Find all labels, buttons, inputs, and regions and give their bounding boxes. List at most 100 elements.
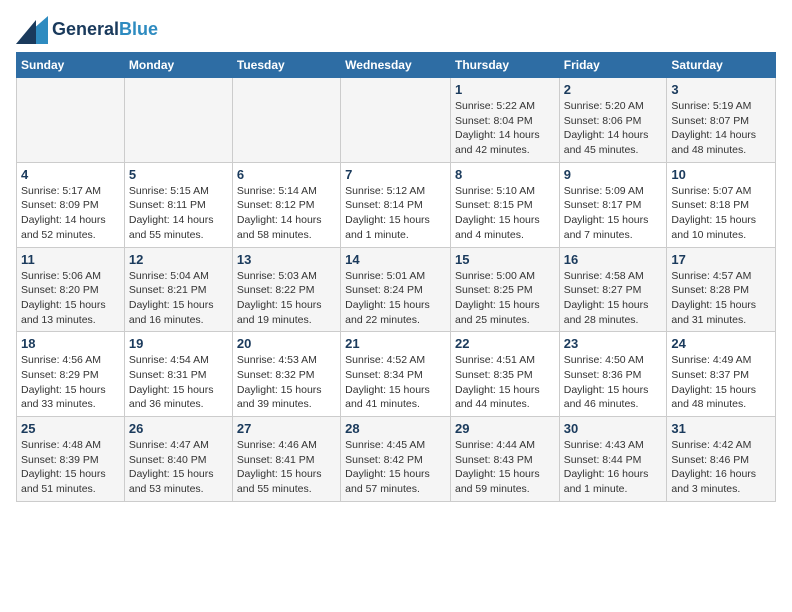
- weekday-header-friday: Friday: [559, 53, 667, 78]
- day-info: Sunrise: 4:47 AM Sunset: 8:40 PM Dayligh…: [129, 438, 228, 497]
- logo-text: GeneralBlue: [52, 19, 158, 41]
- day-info: Sunrise: 4:48 AM Sunset: 8:39 PM Dayligh…: [21, 438, 120, 497]
- calendar-cell: 8Sunrise: 5:10 AM Sunset: 8:15 PM Daylig…: [450, 162, 559, 247]
- calendar-cell: 29 Sunrise: 4:44 AM Sunset: 8:43 PM Dayli…: [450, 417, 559, 502]
- day-number: 14: [345, 252, 446, 267]
- day-number: 22: [455, 336, 555, 351]
- calendar-cell: 30 Sunrise: 4:43 AM Sunset: 8:44 PM Dayli…: [559, 417, 667, 502]
- calendar-cell: [124, 78, 232, 163]
- weekday-header-row: SundayMondayTuesdayWednesdayThursdayFrid…: [17, 53, 776, 78]
- logo: GeneralBlue: [16, 16, 158, 44]
- day-info: Sunrise: 4:42 AM Sunset: 8:46 PM Dayligh…: [671, 438, 771, 497]
- day-info: Sunrise: 5:09 AM Sunset: 8:17 PM Dayligh…: [564, 184, 663, 243]
- day-info: Sunrise: 5:10 AM Sunset: 8:15 PM Dayligh…: [455, 184, 555, 243]
- day-info: Sunrise: 4:50 AM Sunset: 8:36 PM Dayligh…: [564, 353, 663, 412]
- day-info: Sunrise: 4:58 AM Sunset: 8:27 PM Dayligh…: [564, 269, 663, 328]
- calendar-cell: 11 Sunrise: 5:06 AM Sunset: 8:20 PM Dayli…: [17, 247, 125, 332]
- calendar-cell: 6Sunrise: 5:14 AM Sunset: 8:12 PM Daylig…: [232, 162, 340, 247]
- weekday-header-saturday: Saturday: [667, 53, 776, 78]
- calendar-cell: 25 Sunrise: 4:48 AM Sunset: 8:39 PM Dayli…: [17, 417, 125, 502]
- calendar-cell: 27 Sunrise: 4:46 AM Sunset: 8:41 PM Dayli…: [232, 417, 340, 502]
- calendar-cell: [341, 78, 451, 163]
- day-info: Sunrise: 5:14 AM Sunset: 8:12 PM Dayligh…: [237, 184, 336, 243]
- day-info: Sunrise: 4:56 AM Sunset: 8:29 PM Dayligh…: [21, 353, 120, 412]
- weekday-header-wednesday: Wednesday: [341, 53, 451, 78]
- day-number: 18: [21, 336, 120, 351]
- week-row-3: 11 Sunrise: 5:06 AM Sunset: 8:20 PM Dayli…: [17, 247, 776, 332]
- calendar-cell: 5 Sunrise: 5:15 AM Sunset: 8:11 PM Daylig…: [124, 162, 232, 247]
- day-info: Sunrise: 4:45 AM Sunset: 8:42 PM Dayligh…: [345, 438, 446, 497]
- day-info: Sunrise: 4:53 AM Sunset: 8:32 PM Dayligh…: [237, 353, 336, 412]
- calendar-cell: 20 Sunrise: 4:53 AM Sunset: 8:32 PM Dayli…: [232, 332, 340, 417]
- day-number: 2: [564, 82, 663, 97]
- day-number: 20: [237, 336, 336, 351]
- weekday-header-thursday: Thursday: [450, 53, 559, 78]
- day-number: 10: [671, 167, 771, 182]
- day-info: Sunrise: 5:03 AM Sunset: 8:22 PM Dayligh…: [237, 269, 336, 328]
- day-number: 23: [564, 336, 663, 351]
- day-number: 4: [21, 167, 120, 182]
- calendar-cell: 24 Sunrise: 4:49 AM Sunset: 8:37 PM Dayli…: [667, 332, 776, 417]
- calendar-cell: 12Sunrise: 5:04 AM Sunset: 8:21 PM Dayli…: [124, 247, 232, 332]
- day-info: Sunrise: 4:54 AM Sunset: 8:31 PM Dayligh…: [129, 353, 228, 412]
- day-number: 30: [564, 421, 663, 436]
- day-number: 7: [345, 167, 446, 182]
- day-number: 27: [237, 421, 336, 436]
- day-number: 12: [129, 252, 228, 267]
- calendar-table: SundayMondayTuesdayWednesdayThursdayFrid…: [16, 52, 776, 502]
- calendar-cell: 28 Sunrise: 4:45 AM Sunset: 8:42 PM Dayli…: [341, 417, 451, 502]
- day-info: Sunrise: 4:43 AM Sunset: 8:44 PM Dayligh…: [564, 438, 663, 497]
- week-row-4: 18 Sunrise: 4:56 AM Sunset: 8:29 PM Dayli…: [17, 332, 776, 417]
- calendar-cell: 10 Sunrise: 5:07 AM Sunset: 8:18 PM Dayli…: [667, 162, 776, 247]
- calendar-cell: 31 Sunrise: 4:42 AM Sunset: 8:46 PM Dayli…: [667, 417, 776, 502]
- day-number: 21: [345, 336, 446, 351]
- week-row-1: 1Sunrise: 5:22 AM Sunset: 8:04 PM Daylig…: [17, 78, 776, 163]
- day-number: 26: [129, 421, 228, 436]
- day-number: 25: [21, 421, 120, 436]
- calendar-cell: 9 Sunrise: 5:09 AM Sunset: 8:17 PM Daylig…: [559, 162, 667, 247]
- day-info: Sunrise: 5:20 AM Sunset: 8:06 PM Dayligh…: [564, 99, 663, 158]
- day-number: 9: [564, 167, 663, 182]
- day-number: 24: [671, 336, 771, 351]
- day-info: Sunrise: 5:00 AM Sunset: 8:25 PM Dayligh…: [455, 269, 555, 328]
- day-info: Sunrise: 5:07 AM Sunset: 8:18 PM Dayligh…: [671, 184, 771, 243]
- day-info: Sunrise: 4:52 AM Sunset: 8:34 PM Dayligh…: [345, 353, 446, 412]
- day-info: Sunrise: 5:01 AM Sunset: 8:24 PM Dayligh…: [345, 269, 446, 328]
- week-row-5: 25 Sunrise: 4:48 AM Sunset: 8:39 PM Dayli…: [17, 417, 776, 502]
- day-info: Sunrise: 5:22 AM Sunset: 8:04 PM Dayligh…: [455, 99, 555, 158]
- calendar-cell: 14 Sunrise: 5:01 AM Sunset: 8:24 PM Dayli…: [341, 247, 451, 332]
- day-number: 16: [564, 252, 663, 267]
- calendar-cell: [17, 78, 125, 163]
- day-number: 13: [237, 252, 336, 267]
- weekday-header-monday: Monday: [124, 53, 232, 78]
- day-info: Sunrise: 5:19 AM Sunset: 8:07 PM Dayligh…: [671, 99, 771, 158]
- day-number: 31: [671, 421, 771, 436]
- calendar-cell: [232, 78, 340, 163]
- calendar-cell: 21 Sunrise: 4:52 AM Sunset: 8:34 PM Dayli…: [341, 332, 451, 417]
- day-info: Sunrise: 5:15 AM Sunset: 8:11 PM Dayligh…: [129, 184, 228, 243]
- week-row-2: 4Sunrise: 5:17 AM Sunset: 8:09 PM Daylig…: [17, 162, 776, 247]
- day-info: Sunrise: 5:12 AM Sunset: 8:14 PM Dayligh…: [345, 184, 446, 243]
- calendar-cell: 1Sunrise: 5:22 AM Sunset: 8:04 PM Daylig…: [450, 78, 559, 163]
- day-number: 29: [455, 421, 555, 436]
- calendar-cell: 15Sunrise: 5:00 AM Sunset: 8:25 PM Dayli…: [450, 247, 559, 332]
- day-number: 19: [129, 336, 228, 351]
- day-number: 11: [21, 252, 120, 267]
- day-number: 5: [129, 167, 228, 182]
- day-info: Sunrise: 4:46 AM Sunset: 8:41 PM Dayligh…: [237, 438, 336, 497]
- calendar-cell: 16 Sunrise: 4:58 AM Sunset: 8:27 PM Dayli…: [559, 247, 667, 332]
- weekday-header-tuesday: Tuesday: [232, 53, 340, 78]
- calendar-cell: 3Sunrise: 5:19 AM Sunset: 8:07 PM Daylig…: [667, 78, 776, 163]
- day-info: Sunrise: 5:06 AM Sunset: 8:20 PM Dayligh…: [21, 269, 120, 328]
- calendar-cell: 26 Sunrise: 4:47 AM Sunset: 8:40 PM Dayli…: [124, 417, 232, 502]
- calendar-cell: 13 Sunrise: 5:03 AM Sunset: 8:22 PM Dayli…: [232, 247, 340, 332]
- day-info: Sunrise: 4:44 AM Sunset: 8:43 PM Dayligh…: [455, 438, 555, 497]
- day-number: 17: [671, 252, 771, 267]
- day-number: 28: [345, 421, 446, 436]
- calendar-cell: 2 Sunrise: 5:20 AM Sunset: 8:06 PM Daylig…: [559, 78, 667, 163]
- day-info: Sunrise: 4:57 AM Sunset: 8:28 PM Dayligh…: [671, 269, 771, 328]
- logo-icon: [16, 16, 48, 44]
- calendar-cell: 7 Sunrise: 5:12 AM Sunset: 8:14 PM Daylig…: [341, 162, 451, 247]
- day-info: Sunrise: 4:49 AM Sunset: 8:37 PM Dayligh…: [671, 353, 771, 412]
- page-header: GeneralBlue: [16, 16, 776, 44]
